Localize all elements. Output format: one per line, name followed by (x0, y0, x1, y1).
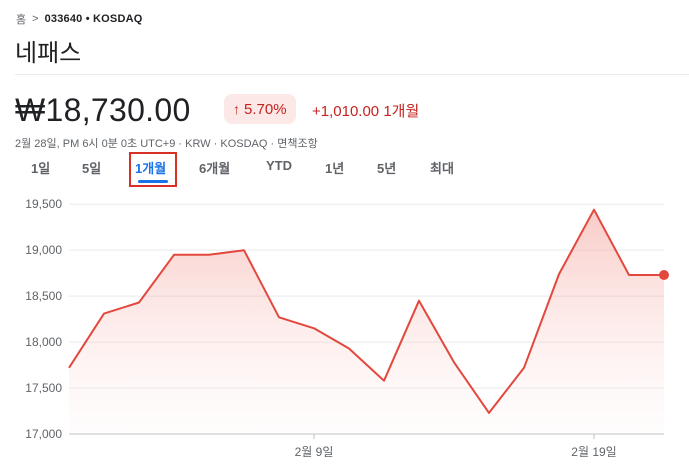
change-absolute: +1,010.00 1개월 (312, 103, 420, 120)
range-tabs: 1일 5일 1개월 6개월 YTD 1년 5년 최대 (0, 152, 689, 188)
stock-price: ₩18,730.00 (15, 92, 191, 128)
y-tick-label: 19,000 (25, 243, 62, 257)
x-tick-label: 2월 9일 (295, 445, 334, 459)
change-percent-badge: ↑ 5.70% (224, 94, 296, 124)
arrow-up-icon: ↑ (233, 101, 240, 117)
breadcrumb-ticker: 033640 • KOSDAQ (44, 13, 143, 25)
tab-1d[interactable]: 1일 (31, 158, 50, 177)
change-percent: 5.70% (244, 100, 287, 118)
last-price-dot (659, 269, 669, 280)
tab-5y[interactable]: 5년 (377, 158, 396, 177)
tab-ytd[interactable]: YTD (266, 158, 292, 173)
tab-1y[interactable]: 1년 (325, 158, 344, 177)
price-chart[interactable]: 17,000 17,500 18,000 18,500 19,000 19,500 2월 … (0, 195, 689, 465)
breadcrumb: 홈 > 033640 • KOSDAQ (16, 11, 143, 27)
y-tick-label: 18,000 (25, 335, 62, 349)
chart-x-axis: 2월 9일2월 19일2월 23일 (295, 434, 617, 459)
tab-6m[interactable]: 6개월 (199, 158, 230, 177)
tab-5d[interactable]: 5일 (82, 158, 101, 177)
y-tick-label: 17,000 (25, 427, 62, 441)
header-divider (15, 74, 689, 75)
x-tick-label: 2월 19일 (571, 445, 616, 459)
y-tick-label: 18,500 (25, 289, 62, 303)
price-meta: 2월 28일, PM 6시 0분 0초 UTC+9 · KRW · KOSDAQ… (15, 138, 318, 150)
chart-y-axis: 17,000 17,500 18,000 18,500 19,000 19,500 (25, 197, 62, 441)
y-tick-label: 19,500 (25, 197, 62, 211)
tab-max[interactable]: 최대 (430, 158, 454, 177)
y-tick-label: 17,500 (25, 381, 62, 395)
chevron-right-icon: > (32, 13, 39, 25)
breadcrumb-home[interactable]: 홈 (16, 11, 26, 27)
stock-name: 네패스 (15, 40, 82, 67)
active-tab-underline (138, 180, 168, 183)
